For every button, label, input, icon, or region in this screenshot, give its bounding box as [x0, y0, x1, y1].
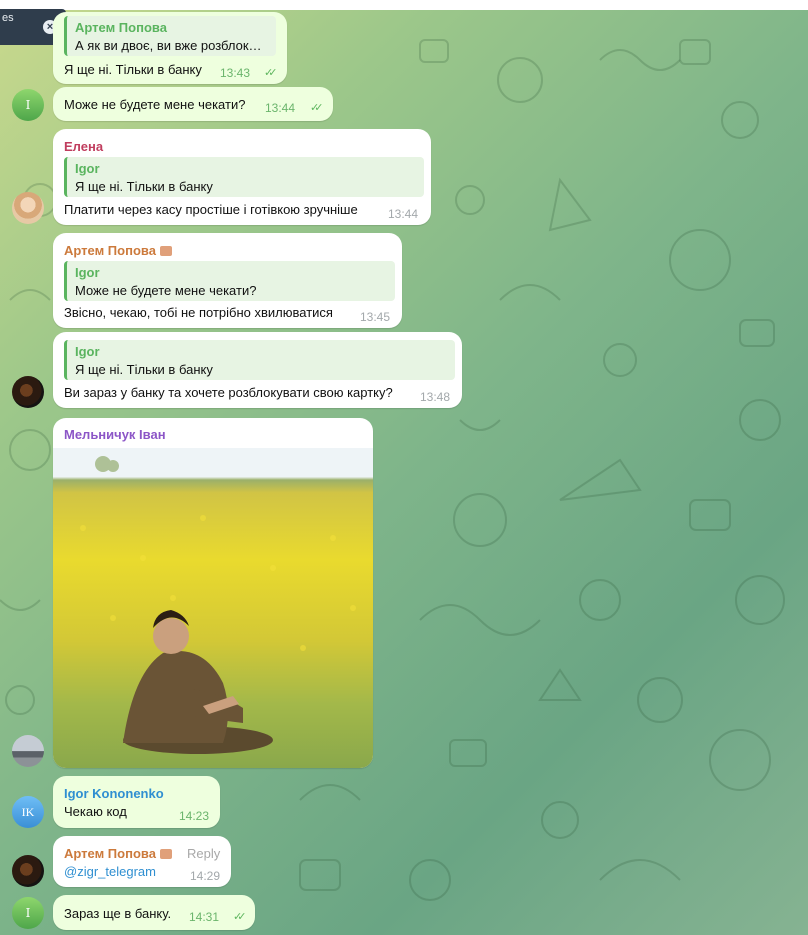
- reply-sender-name: Igor: [75, 161, 100, 176]
- message-text: Звісно, чекаю, тобі не потрібно хвилюват…: [64, 305, 333, 320]
- avatar[interactable]: [12, 735, 44, 767]
- message-text: Платити через касу простіше і готівкою з…: [64, 202, 358, 217]
- message-text: Ви зараз у банку та хочете розблокувати …: [64, 385, 393, 400]
- read-checks-icon: ✓✓: [310, 102, 324, 114]
- message-time: 13:48: [420, 390, 451, 404]
- message-bubble[interactable]: Артем Попова Igor Може не будете мене че…: [53, 233, 402, 328]
- window-top-edge: [0, 0, 808, 10]
- reply-button[interactable]: Reply: [187, 846, 220, 861]
- reply-quote[interactable]: Igor Я ще ні. Тільки в банку: [64, 157, 424, 197]
- message-text: Зараз ще в банку.: [64, 906, 172, 921]
- sender-name: Igor Kononenko: [64, 786, 164, 801]
- sender-name-text: Артем Попова: [64, 846, 156, 861]
- message-time: 14:31: [189, 910, 220, 924]
- message-text: Може не будете мене чекати?: [64, 97, 246, 112]
- message-text: Чекаю код: [64, 804, 127, 819]
- message-time: 13:43: [220, 66, 251, 80]
- message-bubble[interactable]: Елена Igor Я ще ні. Тільки в банку Плати…: [53, 129, 431, 225]
- read-checks-icon: ✓✓: [233, 911, 247, 923]
- reply-text: Я ще ні. Тільки в банку: [75, 179, 213, 194]
- reply-text: Може не будете мене чекати?: [75, 283, 257, 298]
- sender-name: Артем Попова: [64, 243, 172, 258]
- sender-name: Елена: [64, 139, 104, 154]
- reply-text: Я ще ні. Тільки в банку: [75, 362, 213, 377]
- photo-message-bubble[interactable]: Мельничук Іван: [53, 418, 373, 768]
- message-bubble[interactable]: Артем Попова Reply @zigr_telegram 14:29: [53, 836, 231, 887]
- message-bubble[interactable]: Зараз ще в банку. 14:31 ✓✓: [53, 895, 255, 930]
- sender-name: Мельничук Іван: [64, 427, 166, 442]
- reply-sender-name: Igor: [75, 265, 100, 280]
- avatar[interactable]: [12, 192, 44, 224]
- message-time: 14:23: [179, 809, 210, 823]
- message-time: 14:29: [190, 869, 221, 883]
- mention-link[interactable]: @zigr_telegram: [64, 864, 156, 879]
- sender-name: Артем Попова: [64, 846, 172, 861]
- message-time: 13:44: [265, 101, 296, 115]
- reply-quote[interactable]: Артем Попова А як ви двоє, ви вже розбло…: [64, 16, 276, 56]
- message-bubble[interactable]: Артем Попова А як ви двоє, ви вже розбло…: [53, 12, 287, 84]
- read-checks-icon: ✓✓: [264, 67, 278, 79]
- admin-badge-icon: [159, 246, 172, 256]
- avatar[interactable]: I: [12, 89, 44, 121]
- reply-sender-name: Артем Попова: [75, 20, 167, 35]
- photo-attachment[interactable]: [53, 448, 373, 768]
- avatar[interactable]: [12, 376, 44, 408]
- reply-quote[interactable]: Igor Я ще ні. Тільки в банку: [64, 340, 455, 380]
- message-text: Я ще ні. Тільки в банку: [64, 62, 202, 77]
- admin-badge-icon: [159, 849, 172, 859]
- sender-name-text: Артем Попова: [64, 243, 156, 258]
- avatar[interactable]: IK: [12, 796, 44, 828]
- reply-sender-name: Igor: [75, 344, 100, 359]
- avatar[interactable]: I: [12, 897, 44, 929]
- reply-text: А як ви двоє, ви вже розблок…: [75, 38, 262, 53]
- avatar[interactable]: [12, 855, 44, 887]
- message-bubble[interactable]: Може не будете мене чекати? 13:44 ✓✓: [53, 87, 333, 121]
- reply-quote[interactable]: Igor Може не будете мене чекати?: [64, 261, 395, 301]
- field-photo-image: [80, 456, 356, 754]
- tooltip-text: es: [2, 12, 14, 24]
- message-bubble[interactable]: Igor Kononenko Чекаю код 14:23: [53, 776, 220, 828]
- message-time: 13:44: [388, 207, 419, 221]
- message-time: 13:45: [360, 310, 391, 324]
- message-bubble[interactable]: Igor Я ще ні. Тільки в банку Ви зараз у …: [53, 332, 462, 408]
